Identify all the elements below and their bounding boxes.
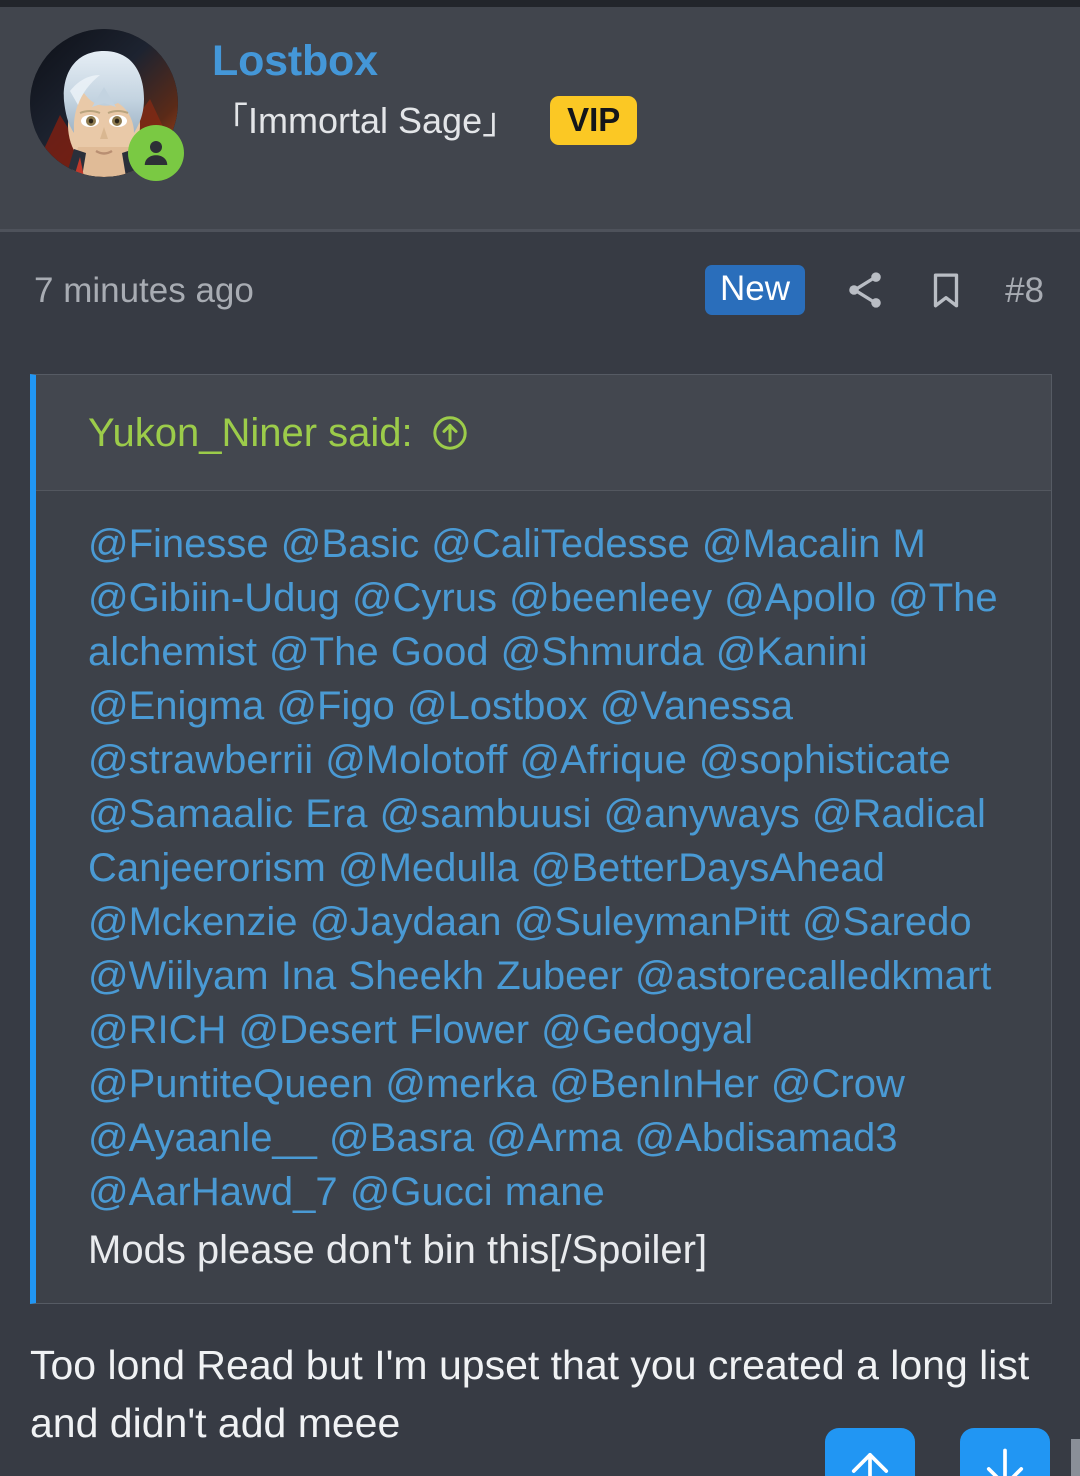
post-number[interactable]: #8 bbox=[1005, 273, 1044, 308]
post-meta-bar: 7 minutes ago New #8 bbox=[0, 235, 1080, 345]
forum-post-screen: Lostbox 「Immortal Sage」 VIP 7 minutes ag… bbox=[0, 0, 1080, 1476]
scroll-to-bottom-button[interactable] bbox=[960, 1428, 1050, 1476]
vip-badge: VIP bbox=[550, 96, 638, 146]
quote-author-label: Yukon_Niner said: bbox=[88, 410, 413, 455]
author-user-title: 「Immortal Sage」 bbox=[212, 99, 519, 141]
quote-block: Yukon_Niner said: @Finesse @Basic @CaliT… bbox=[30, 374, 1052, 1304]
quote-content: @Finesse @Basic @CaliTedesse @Macalin M … bbox=[36, 491, 1051, 1277]
scroll-to-top-icon bbox=[851, 1452, 889, 1476]
new-badge: New bbox=[705, 265, 806, 315]
online-status-badge bbox=[128, 125, 184, 181]
scroll-to-bottom-icon bbox=[986, 1448, 1024, 1476]
author-text-block: Lostbox 「Immortal Sage」 VIP bbox=[178, 29, 638, 146]
post-timestamp[interactable]: 7 minutes ago bbox=[34, 273, 254, 308]
post-author-header: Lostbox 「Immortal Sage」 VIP bbox=[0, 7, 1080, 232]
bookmark-icon[interactable] bbox=[925, 269, 967, 311]
quote-header[interactable]: Yukon_Niner said: bbox=[36, 375, 1051, 491]
floating-scroll-buttons bbox=[825, 1428, 1050, 1476]
author-username[interactable]: Lostbox bbox=[212, 38, 637, 84]
share-icon[interactable] bbox=[843, 268, 887, 312]
quote-closing-text: Mods please don't bin this[/Spoiler] bbox=[88, 1228, 708, 1272]
vertical-scrollbar-track[interactable] bbox=[1071, 7, 1080, 1476]
post-meta-actions: New #8 bbox=[705, 265, 1044, 315]
status-bar-strip bbox=[0, 0, 1080, 7]
user-icon bbox=[144, 141, 168, 165]
vertical-scrollbar-thumb[interactable] bbox=[1071, 1439, 1080, 1476]
author-title-row: 「Immortal Sage」 VIP bbox=[212, 96, 638, 146]
avatar-container[interactable] bbox=[30, 29, 184, 181]
jump-to-post-arrow-icon[interactable] bbox=[431, 414, 469, 452]
quote-mentions-text[interactable]: @Finesse @Basic @CaliTedesse @Macalin M … bbox=[88, 517, 1021, 1219]
scroll-to-top-button[interactable] bbox=[825, 1428, 915, 1476]
